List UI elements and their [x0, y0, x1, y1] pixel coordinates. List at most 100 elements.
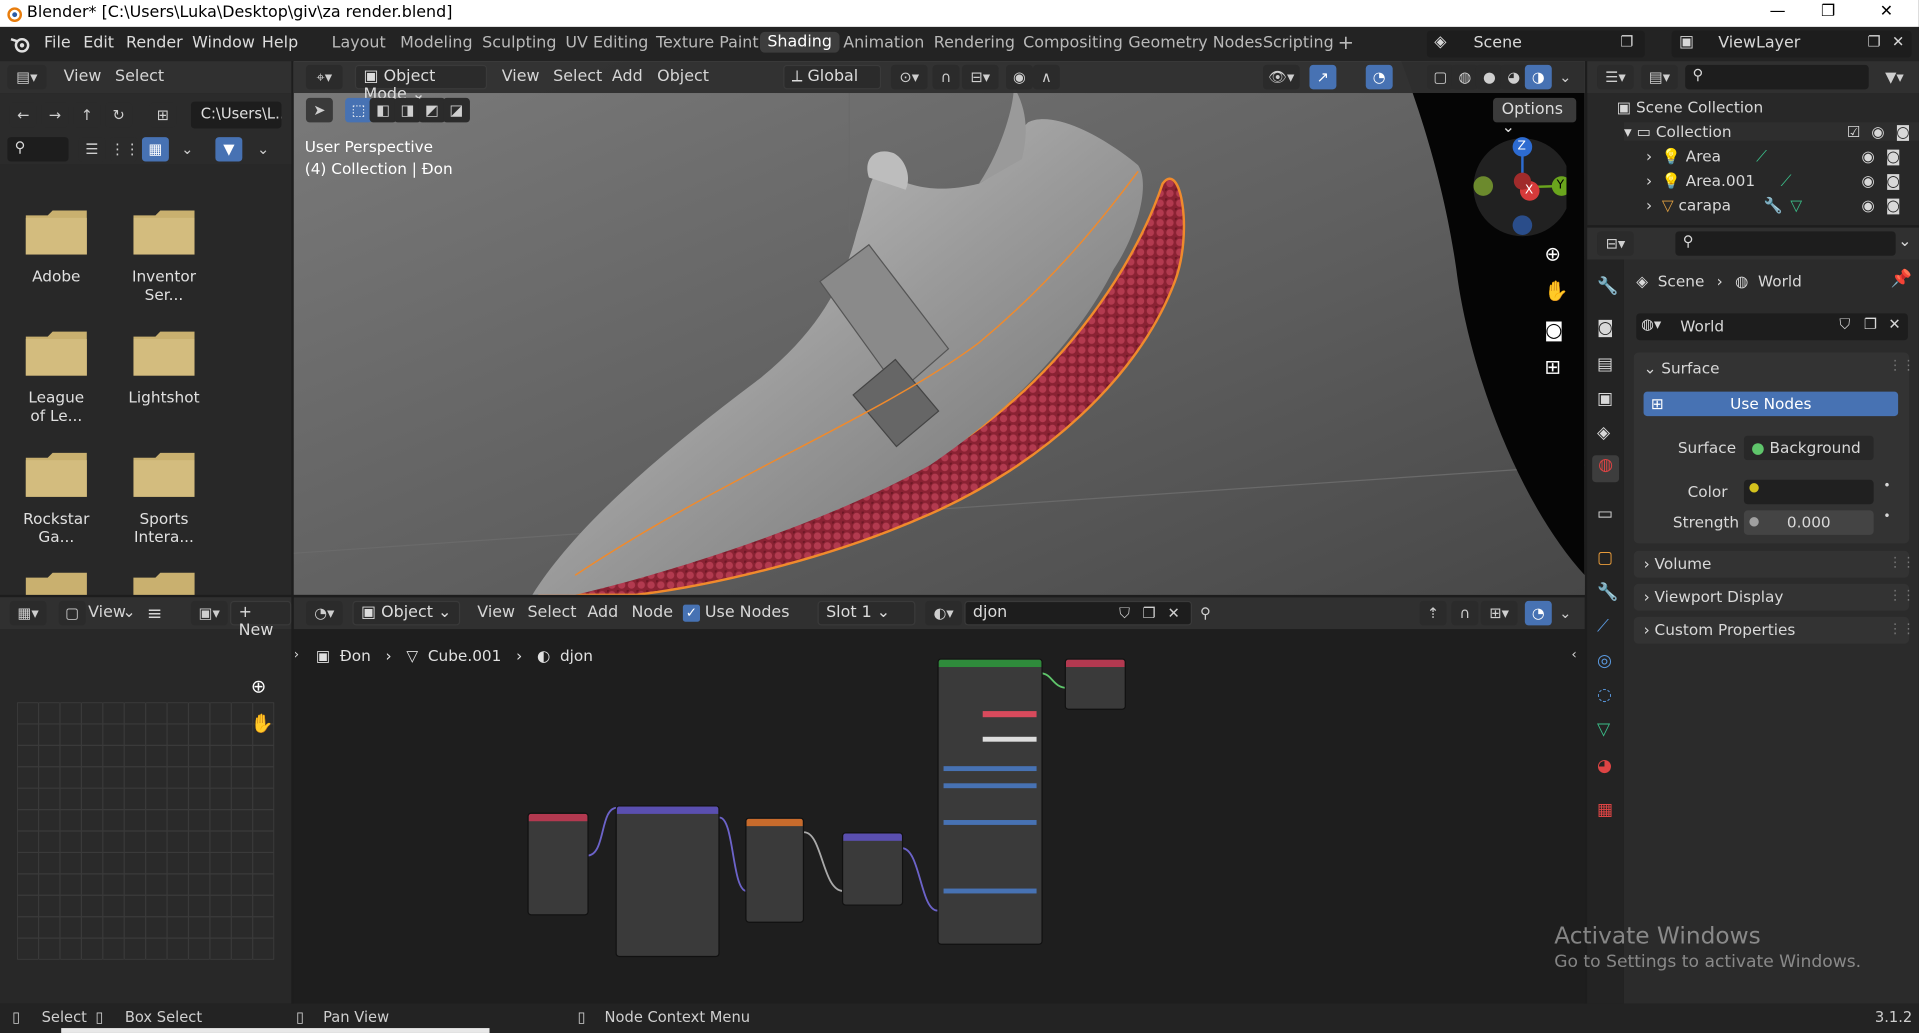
node-bump[interactable]	[841, 832, 904, 906]
constraints-tab-icon[interactable]: ◌	[1597, 685, 1612, 705]
node-material-output[interactable]	[1064, 658, 1126, 710]
viewport-view-menu[interactable]: View	[502, 67, 540, 85]
filter-icon[interactable]: ▼	[215, 137, 243, 162]
menu-render[interactable]: Render	[126, 34, 183, 52]
wireframe-shading-icon[interactable]: ◍	[1451, 64, 1479, 90]
image-view-chevron-icon[interactable]: ⌄	[122, 603, 135, 621]
subsurface-color-swatch[interactable]	[982, 736, 1037, 742]
expand-arrow-icon[interactable]: ›	[1646, 171, 1662, 189]
select-intersect-icon[interactable]: ◪	[443, 97, 470, 123]
drag-handle-icon[interactable]: ⋮⋮	[1888, 621, 1915, 637]
new-folder-icon[interactable]: ⊞	[149, 102, 177, 128]
keyframe-dot-icon[interactable]: •	[1883, 480, 1890, 493]
expand-arrow-icon[interactable]: ▾	[1624, 122, 1637, 140]
roughness-bar[interactable]	[943, 783, 1037, 789]
new-scene-icon[interactable]: ❐	[1620, 33, 1633, 50]
viewport-select-menu[interactable]: Select	[553, 67, 602, 85]
viewport-display-panel-header[interactable]: › Viewport Display ⋮⋮	[1633, 583, 1915, 611]
new-viewlayer-icon[interactable]: ❐	[1868, 33, 1881, 50]
camera-icon[interactable]: ◙	[1896, 122, 1911, 140]
tab-compositing[interactable]: Compositing	[1023, 34, 1123, 52]
filebrowser-select-menu[interactable]: Select	[115, 67, 164, 85]
node-mapping[interactable]	[615, 805, 720, 958]
select-new-icon[interactable]: ⬚	[345, 97, 373, 123]
snap-icon[interactable]: ∩	[932, 64, 960, 90]
tab-scripting[interactable]: Scripting	[1263, 34, 1334, 52]
material-shading-icon[interactable]: ◕	[1500, 64, 1528, 90]
new-image-button[interactable]: + New	[230, 600, 292, 640]
options-dropdown[interactable]: Options ⌄	[1493, 97, 1577, 137]
snap-target-icon[interactable]: ⊟▾	[961, 64, 999, 90]
filter-chevron-icon[interactable]: ⌄	[250, 137, 277, 161]
drag-handle-icon[interactable]: ⋮⋮	[1888, 587, 1915, 603]
rendered-shading-icon[interactable]: ◑	[1524, 64, 1552, 90]
menu-edit[interactable]: Edit	[83, 34, 114, 52]
editor-type-icon[interactable]: ⊟▾	[1597, 231, 1634, 256]
expand-arrow-icon[interactable]: ›	[1646, 147, 1662, 165]
alpha-bar[interactable]	[943, 888, 1037, 894]
minimize-button[interactable]: —	[1770, 2, 1786, 20]
unlink-world-icon[interactable]: ✕	[1888, 316, 1900, 333]
menu-window[interactable]: Window	[192, 34, 255, 52]
tab-texture-paint[interactable]: Texture Paint	[656, 34, 759, 52]
chevron-down-icon[interactable]: ⌄	[1898, 233, 1911, 251]
custom-properties-panel-header[interactable]: › Custom Properties ⋮⋮	[1633, 616, 1915, 644]
particles-tab-icon[interactable]: ⟋	[1597, 617, 1609, 637]
mode-dropdown[interactable]: ▣ Object Mode ⌄	[354, 64, 488, 104]
editor-type-icon[interactable]: ▦▾	[9, 600, 47, 626]
checkbox-icon[interactable]: ☑	[1847, 122, 1861, 140]
base-color-swatch[interactable]	[982, 711, 1037, 718]
data-tab-icon[interactable]: ▽	[1597, 720, 1610, 740]
scene-tab-icon[interactable]: ◈	[1597, 423, 1610, 443]
collection-tab-icon[interactable]: ▭	[1597, 504, 1613, 524]
drag-handle-icon[interactable]: ⋮⋮	[1888, 357, 1915, 373]
volume-panel-header[interactable]: › Volume ⋮⋮	[1633, 550, 1915, 578]
material-tab-icon[interactable]: ◕	[1597, 756, 1612, 776]
use-nodes-button[interactable]: ⊞ Use Nodes	[1643, 391, 1899, 417]
tool-tab-icon[interactable]: 🔧	[1597, 277, 1618, 297]
horizontal-list-icon[interactable]: ⋮⋮	[110, 137, 140, 162]
select-subtract-icon[interactable]: ◨	[394, 97, 421, 123]
editor-type-icon[interactable]: ⌖▾	[305, 64, 343, 90]
display-mode-icon[interactable]: ▤▾	[1641, 64, 1678, 90]
camera-icon[interactable]: ◙	[1886, 171, 1901, 189]
blender-menu-icon[interactable]	[10, 34, 32, 54]
render-tab-icon[interactable]: ◙	[1597, 318, 1614, 338]
folder-inventor[interactable]: Inventor Ser...	[127, 208, 200, 304]
filter-icon[interactable]: ▼▾	[1876, 65, 1913, 89]
node-voronoi-texture[interactable]	[745, 817, 805, 923]
fake-user-icon[interactable]: ⛉	[1839, 316, 1850, 334]
specular-bar[interactable]	[943, 766, 1037, 772]
xray-icon[interactable]: ▢	[1426, 64, 1454, 90]
folder-lightshot[interactable]: Lightshot	[127, 329, 200, 406]
eye-icon[interactable]: ◉	[1861, 171, 1874, 189]
view-layer-tab-icon[interactable]: ▣	[1597, 389, 1613, 409]
outliner-item-area001[interactable]: › 💡 Area.001 ⟋ ◉ ◙	[1646, 171, 1919, 191]
eye-icon[interactable]: ◉	[1871, 122, 1884, 140]
viewport-object-menu[interactable]: Object	[657, 67, 709, 85]
eye-icon[interactable]: ◉	[1861, 147, 1874, 165]
thumbnails-icon[interactable]: ▦	[141, 137, 169, 162]
camera-icon[interactable]: ◙	[1544, 318, 1563, 341]
remove-viewlayer-icon[interactable]: ✕	[1892, 33, 1904, 50]
tweak-tool-icon[interactable]: ➤	[305, 97, 333, 123]
keyframe-dot-icon[interactable]: •	[1883, 510, 1890, 523]
outliner-item-area[interactable]: › 💡 Area ⟋ ◉ ◙	[1646, 147, 1919, 167]
image-editor[interactable]: ▦▾ ▢ View ⌄ ≡ ▣▾ + New ⊕ ✋	[0, 597, 292, 1004]
camera-icon[interactable]: ◙	[1886, 196, 1901, 214]
path-field[interactable]: C:\Users\L...	[190, 101, 282, 129]
close-button[interactable]: ✕	[1880, 2, 1893, 20]
image-icon[interactable]: ▢	[58, 600, 86, 626]
editor-type-icon[interactable]: ▤▾	[7, 64, 47, 90]
toolbar-toggle-icon[interactable]: ›	[294, 646, 299, 662]
overlay-toggle-icon[interactable]: ◔	[1365, 64, 1393, 90]
image-view-menu[interactable]: View	[88, 603, 126, 621]
camera-icon[interactable]: ◙	[1886, 147, 1901, 165]
folder-sports[interactable]: Sports Intera...	[127, 450, 200, 546]
shader-node-editor[interactable]: ◔▾ ▣ Object ⌄ View Select Add Node ✓ Use…	[293, 597, 1585, 1004]
pin-icon[interactable]: 📌	[1891, 269, 1912, 289]
properties-search-input[interactable]: ⚲	[1675, 231, 1896, 256]
transform-orientation-dropdown[interactable]: ⟂ Global	[783, 64, 882, 90]
filter-search-input[interactable]: ⚲	[7, 137, 69, 162]
refresh-icon[interactable]: ↻	[105, 102, 133, 128]
